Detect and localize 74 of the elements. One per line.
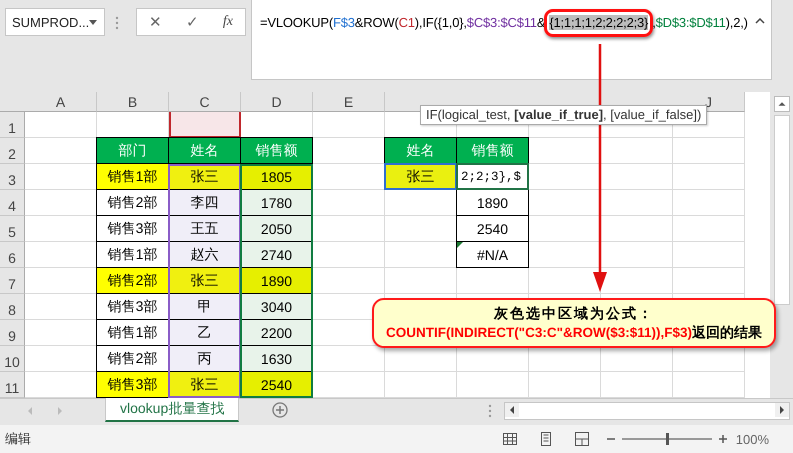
- table-header: 销售额: [240, 137, 313, 164]
- table-cell: 乙: [168, 319, 241, 346]
- table-cell: 2740: [240, 241, 313, 268]
- table-cell: 王五: [168, 215, 241, 242]
- table-cell: 销售3部: [96, 371, 169, 398]
- formula-text: {1;1;1;1;2;2;2;2;3}: [549, 15, 648, 30]
- row-header[interactable]: 5: [0, 216, 25, 242]
- table-cell: 李四: [168, 189, 241, 216]
- table-header: 姓名: [384, 137, 457, 164]
- formula-text: ),IF(: [414, 15, 438, 30]
- table-cell: 甲: [168, 293, 241, 320]
- row-header[interactable]: 11: [0, 372, 25, 398]
- row-header[interactable]: 10: [0, 346, 25, 372]
- insert-function-button[interactable]: fx: [218, 14, 237, 30]
- formula-text: &ROW(: [354, 15, 399, 30]
- error-indicator-icon: [457, 242, 463, 248]
- table-cell: #N/A: [456, 241, 529, 268]
- formula-text: ),2,): [726, 15, 748, 30]
- zoom-slider-thumb[interactable]: [666, 433, 669, 445]
- table-cell: 1890: [240, 267, 313, 294]
- collapse-icon: [755, 18, 765, 24]
- row-header[interactable]: 4: [0, 190, 25, 216]
- row-header[interactable]: 6: [0, 242, 25, 268]
- zoom-level[interactable]: 100%: [736, 432, 769, 446]
- horizontal-scrollbar[interactable]: [504, 402, 790, 420]
- more-icon: [115, 16, 119, 30]
- scrollbar-thumb[interactable]: [774, 115, 790, 305]
- dropdown-caret-icon: [89, 20, 97, 24]
- add-sheet-icon[interactable]: [272, 402, 288, 418]
- table-header: 姓名: [168, 137, 241, 164]
- table-header: 销售额: [456, 137, 529, 164]
- range-outline: [169, 112, 241, 138]
- row-header[interactable]: 7: [0, 268, 25, 294]
- table-cell: 3040: [240, 293, 313, 320]
- callout-title: 灰色选中区域为公式：: [494, 304, 654, 323]
- status-mode: 编辑: [5, 430, 32, 448]
- callout-text: COUNTIF(INDIRECT("C3:C"&ROW($3:$11)),F$3)返回的结果: [386, 323, 762, 342]
- row-header[interactable]: 1: [0, 112, 25, 138]
- table-cell: 赵六: [168, 241, 241, 268]
- function-tooltip: IF(logical_test, [value_if_true], [value_if_false]): [420, 105, 708, 125]
- more-icon: [488, 404, 492, 418]
- scroll-right-icon[interactable]: [775, 403, 789, 417]
- formula-text: $C$3:$C$11: [466, 15, 537, 30]
- name-box[interactable]: SUMPROD...: [5, 8, 105, 36]
- row-header[interactable]: 2: [0, 138, 25, 164]
- cancel-button[interactable]: ✕: [144, 13, 166, 31]
- row-header[interactable]: 8: [0, 294, 25, 320]
- formula-text: F$3: [332, 15, 355, 30]
- table-cell: 1630: [240, 345, 313, 372]
- table-cell: 张三: [168, 267, 241, 294]
- row-header[interactable]: 3: [0, 164, 25, 190]
- table-cell: 1890: [456, 189, 529, 216]
- formula-text: {1,0},: [438, 15, 467, 30]
- cell-editor[interactable]: 2;2;3},$: [456, 163, 529, 190]
- formula-text: $D$3:$D$11: [656, 15, 726, 30]
- table-cell: 销售2部: [96, 267, 169, 294]
- table-cell: 2200: [240, 319, 313, 346]
- scroll-left-icon[interactable]: [505, 403, 520, 417]
- table-cell: 2050: [240, 215, 313, 242]
- table-cell: 2540: [456, 215, 529, 242]
- sheet-tab[interactable]: vlookup批量查找: [105, 398, 240, 422]
- table-cell: 销售1部: [96, 163, 169, 190]
- formula-text: C1: [398, 15, 415, 30]
- enter-button[interactable]: ✓: [182, 13, 203, 31]
- formula-text: =VLOOKUP(: [260, 15, 333, 30]
- table-cell: 1780: [240, 189, 313, 216]
- scroll-up-icon[interactable]: [774, 96, 790, 112]
- normal-view-icon[interactable]: [502, 431, 518, 447]
- table-cell: 丙: [168, 345, 241, 372]
- row-header[interactable]: 9: [0, 320, 25, 346]
- formula-text: ,: [652, 15, 656, 30]
- table-cell[interactable]: 张三: [384, 163, 457, 190]
- table-header: 部门: [96, 137, 169, 164]
- page-break-icon[interactable]: [574, 431, 590, 447]
